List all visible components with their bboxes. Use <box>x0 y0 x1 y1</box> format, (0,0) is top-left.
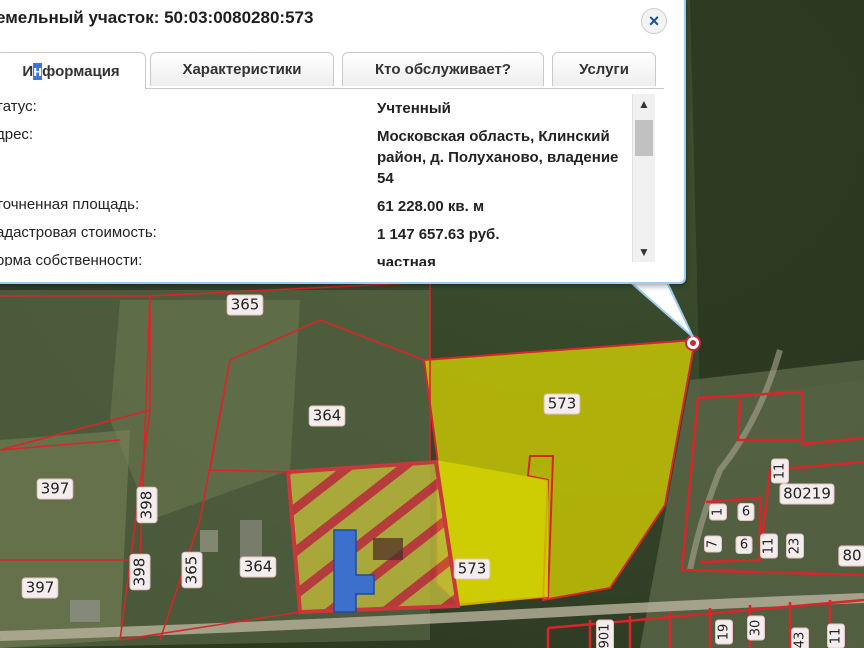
info-scrollbar[interactable]: ▲ ▼ <box>632 94 655 262</box>
scroll-down-button[interactable]: ▼ <box>633 242 655 262</box>
parcel-label: 11 <box>827 623 845 648</box>
parcel-label-text: 30 <box>749 620 764 637</box>
info-key: дрес: <box>0 126 34 143</box>
parcel-label: 365 <box>181 551 203 589</box>
parcel-label-text: 573 <box>458 560 487 578</box>
close-button[interactable]: × <box>641 8 667 34</box>
parcel-label-text: 11 <box>762 538 777 555</box>
info-value: 61 228.00 кв. м <box>377 198 485 215</box>
parcel-label-text: 7 <box>706 540 721 548</box>
parcel-label: 6 <box>737 503 755 521</box>
parcel-label-text: 901 <box>598 624 613 648</box>
parcel-label: 364 <box>239 556 277 578</box>
parcel-label-text: 11 <box>829 628 844 645</box>
parcel-label: 398 <box>129 553 151 591</box>
tab-information[interactable]: Ин формация <box>0 52 146 89</box>
tab-who-serves-label: Кто обслуживает? <box>375 61 511 78</box>
parcel-label: 7 <box>704 535 722 553</box>
scroll-thumb[interactable] <box>635 120 653 156</box>
parcel-label: 80 <box>838 545 864 567</box>
parcel-label-text: 19 <box>717 624 732 641</box>
info-table: татус: Учтенный дрес: Московская область… <box>0 90 652 266</box>
parcel-label-text: 364 <box>313 407 342 425</box>
tab-characteristics-label: Характеристики <box>182 61 302 78</box>
info-value: 1 147 657.63 руб. <box>377 226 500 243</box>
popup-title: емельный участок: 50:03:0080280:573 <box>0 8 314 27</box>
tab-information-label-end: формация <box>42 62 120 80</box>
tab-services[interactable]: Услуги <box>552 52 656 86</box>
parcel-label-text: 43 <box>793 632 808 648</box>
tab-information-label-start: И <box>22 62 34 80</box>
parcel-label: 19 <box>715 619 733 645</box>
parcel-label: 398 <box>136 486 158 524</box>
chevron-down-icon: ▼ <box>638 245 650 259</box>
popup-header: емельный участок: 50:03:0080280:573 × <box>0 0 684 38</box>
info-key: адастровая стоимость: <box>0 224 157 241</box>
parcel-marker-icon[interactable] <box>685 335 701 351</box>
parcel-label: 43 <box>791 627 809 648</box>
parcel-label: 573 <box>543 393 581 415</box>
parcel-label-text: 397 <box>41 480 70 498</box>
parcel-label-text: 397 <box>26 579 55 597</box>
parcel-label: 901 <box>596 619 614 648</box>
parcel-label-text: 80219 <box>783 485 831 503</box>
scroll-up-button[interactable]: ▲ <box>633 94 655 114</box>
parcel-label-text: 1 <box>711 508 726 516</box>
info-value: Московская область, Клинский район, д. П… <box>377 128 619 187</box>
parcel-label: 573 <box>453 558 491 580</box>
parcel-label-text: 6 <box>740 538 748 553</box>
info-key: татус: <box>0 98 37 115</box>
parcel-label: 30 <box>747 615 765 641</box>
close-icon: × <box>648 11 660 31</box>
parcel-label: 80219 <box>779 483 835 505</box>
parcel-label-text: 80 <box>842 547 861 565</box>
info-key: орма собственности: <box>0 252 143 266</box>
parcel-label-text: 6 <box>742 505 750 520</box>
info-value: частная <box>377 254 436 266</box>
parcel-label-text: 23 <box>788 538 803 555</box>
parcel-label: 11 <box>760 533 778 559</box>
tab-who-serves[interactable]: Кто обслуживает? <box>342 52 544 86</box>
parcel-label-text: 364 <box>244 558 273 576</box>
parcel-info-popup: емельный участок: 50:03:0080280:573 × Ин… <box>0 0 686 284</box>
popup-tabs: Ин формация Характеристики Кто обслуживае… <box>0 52 664 89</box>
parcel-label: 11 <box>771 458 789 484</box>
parcel-label-text: 365 <box>183 556 201 585</box>
tab-information-label-highlight: н <box>33 62 43 80</box>
info-value: Учтенный <box>377 100 451 117</box>
parcel-label: 1 <box>709 503 727 521</box>
parcel-label: 364 <box>308 405 346 427</box>
tab-characteristics[interactable]: Характеристики <box>150 52 334 86</box>
parcel-label: 23 <box>786 533 804 559</box>
parcel-label-text: 11 <box>773 463 788 480</box>
parcel-label: 397 <box>36 478 74 500</box>
parcel-label-text: 573 <box>548 395 577 413</box>
parcel-label: 397 <box>21 577 59 599</box>
info-key: точненная площадь: <box>0 196 140 213</box>
chevron-up-icon: ▲ <box>638 97 650 111</box>
parcel-label-text: 398 <box>131 558 149 587</box>
parcel-label: 6 <box>735 536 753 554</box>
parcel-label: 365 <box>226 294 264 316</box>
parcel-label-text: 398 <box>138 491 156 520</box>
parcel-label-text: 365 <box>231 296 260 314</box>
tab-services-label: Услуги <box>579 61 629 78</box>
